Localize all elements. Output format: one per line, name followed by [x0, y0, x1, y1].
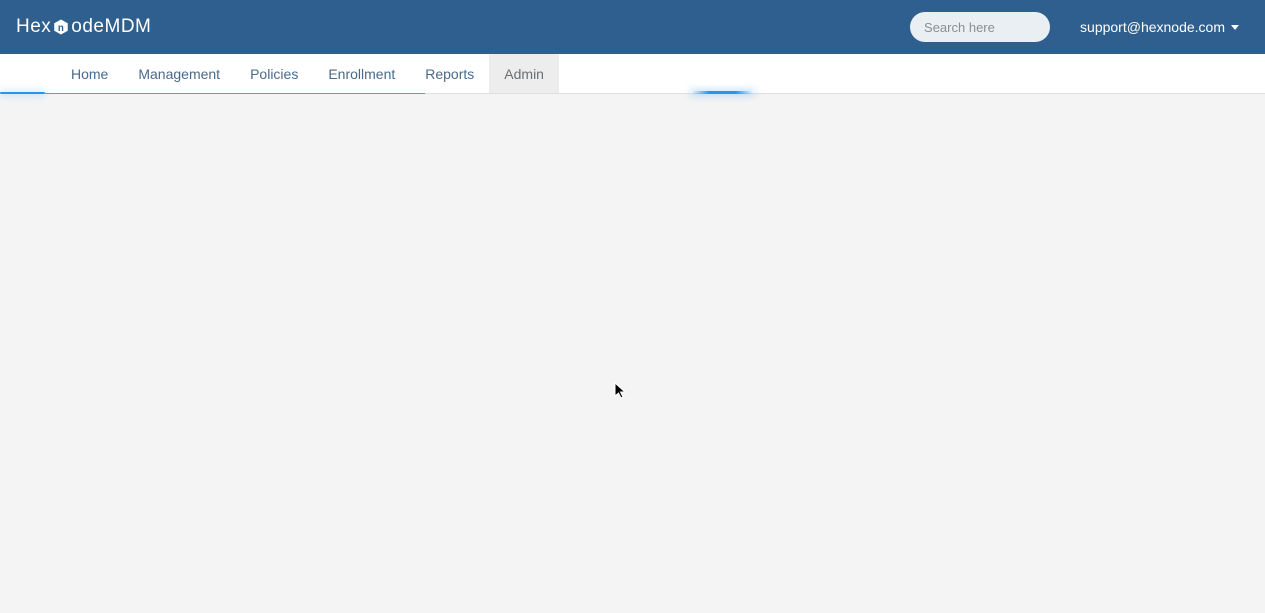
nav-label: Reports — [425, 66, 474, 82]
user-menu[interactable]: support@hexnode.com — [1080, 19, 1249, 35]
nav-management[interactable]: Management — [123, 54, 235, 93]
nav-label: Admin — [504, 66, 544, 82]
loading-indicator — [690, 91, 755, 94]
hexagon-icon: n — [52, 18, 70, 36]
loading-indicator — [0, 92, 45, 94]
brand-product: MDM — [105, 16, 152, 38]
main-nav: Home Management Policies Enrollment Repo… — [0, 54, 1265, 94]
nav-admin[interactable]: Admin — [489, 54, 559, 93]
brand-text-prefix: Hex — [16, 16, 51, 38]
loading-indicator — [45, 93, 425, 94]
search-container[interactable] — [910, 12, 1050, 42]
nav-label: Enrollment — [328, 66, 395, 82]
nav-enrollment[interactable]: Enrollment — [313, 54, 410, 93]
search-input[interactable] — [924, 20, 1036, 35]
top-bar: Hex n ode MDM support@hexnode.com — [0, 0, 1265, 54]
user-email: support@hexnode.com — [1080, 19, 1225, 35]
nav-label: Home — [71, 66, 108, 82]
nav-policies[interactable]: Policies — [235, 54, 313, 93]
main-content — [0, 94, 1265, 613]
nav-reports[interactable]: Reports — [410, 54, 489, 93]
nav-label: Management — [138, 66, 220, 82]
nav-home[interactable]: Home — [56, 54, 123, 93]
brand-text-suffix: ode — [71, 16, 104, 38]
nav-label: Policies — [250, 66, 298, 82]
chevron-down-icon — [1231, 25, 1239, 30]
svg-text:n: n — [58, 23, 64, 34]
brand-logo[interactable]: Hex n ode MDM — [16, 16, 151, 38]
